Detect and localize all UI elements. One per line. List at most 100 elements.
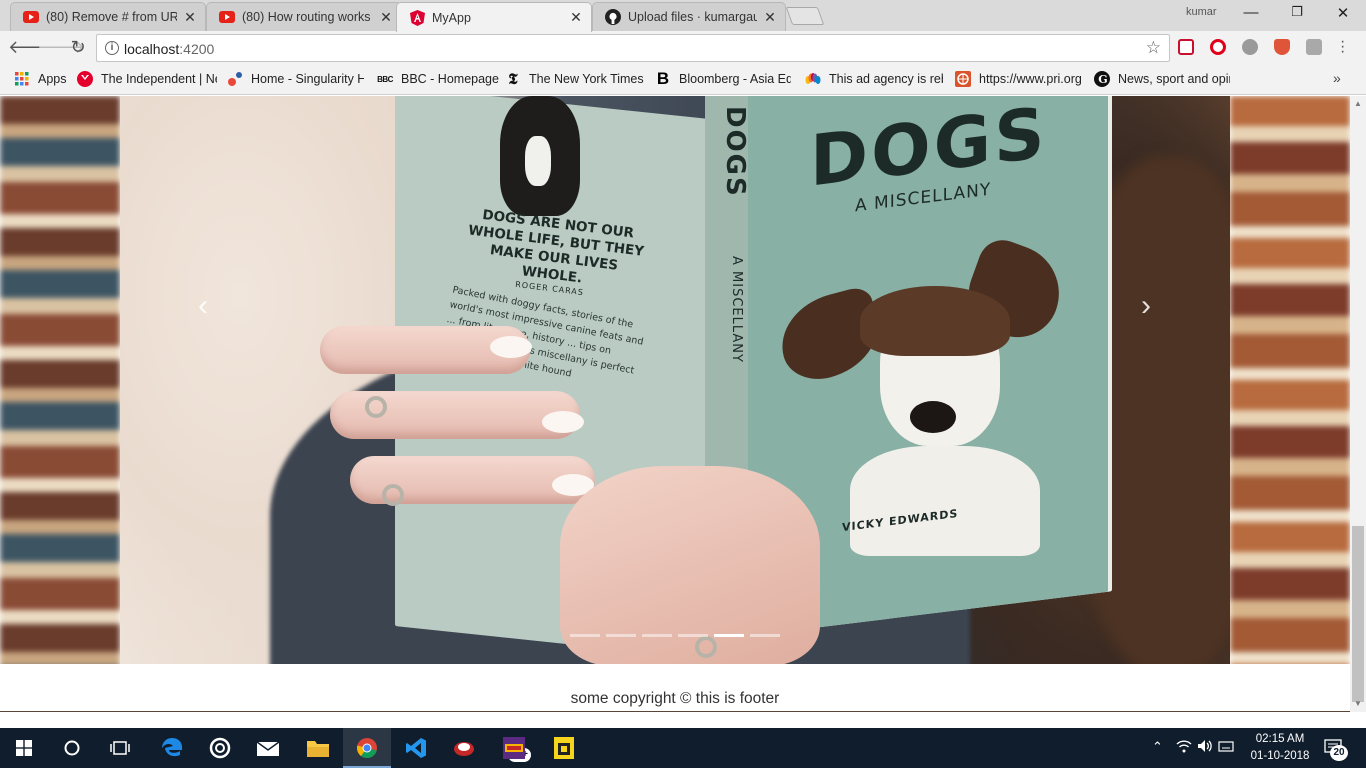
footer-bottom-strip: [0, 711, 1350, 712]
more-bookmarks-button[interactable]: »: [1333, 70, 1341, 86]
bookmark-nyt[interactable]: 𝕿 The New York Times: [505, 71, 643, 87]
scrollbar-thumb[interactable]: [1352, 526, 1364, 702]
close-window-button[interactable]: ✕: [1320, 4, 1366, 22]
taskbar-vscode[interactable]: [392, 728, 440, 768]
task-view-icon: [110, 741, 130, 755]
page-viewport: DOGS ARE NOT OUR WHOLE LIFE, BUT THEY MA…: [0, 96, 1350, 712]
restore-button[interactable]: ❐: [1274, 4, 1320, 20]
taskbar-notes[interactable]: [540, 728, 588, 768]
bookmark-star-icon[interactable]: ☆: [1146, 38, 1161, 58]
close-tab-icon[interactable]: ✕: [379, 9, 393, 26]
back-button[interactable]: 🡐: [8, 36, 56, 58]
url-port: :4200: [179, 41, 215, 57]
ring-shape: [695, 636, 717, 658]
pri-icon: [955, 71, 971, 87]
bookmark-label: The Independent | Ne: [101, 72, 217, 86]
show-hidden-icons-button[interactable]: ⌃: [1152, 739, 1163, 755]
image-carousel: DOGS ARE NOT OUR WHOLE LIFE, BUT THEY MA…: [120, 96, 1230, 664]
system-clock[interactable]: 02:15 AM 01-10-2018: [1240, 731, 1320, 765]
tab-github-upload[interactable]: Upload files · kumargaura ✕: [592, 2, 786, 31]
volume-icon[interactable]: [1197, 739, 1213, 756]
bbc-icon: BBC: [377, 74, 393, 84]
forward-button[interactable]: 🡒: [37, 36, 85, 58]
tab-title: Upload files · kumargaura: [628, 10, 757, 24]
carousel-prev-button[interactable]: ‹: [183, 286, 223, 326]
footer-text: some copyright © this is footer: [570, 690, 780, 707]
taskbar-edge[interactable]: [148, 728, 196, 768]
carousel-indicator[interactable]: [750, 634, 780, 637]
taskbar-media[interactable]: [196, 728, 244, 768]
new-tab-button[interactable]: [785, 7, 825, 25]
carousel-next-button[interactable]: ›: [1126, 286, 1166, 326]
globe-extension-icon[interactable]: [1242, 39, 1258, 55]
page-footer: some copyright © this is footer: [0, 664, 1350, 712]
taskbar-app-red[interactable]: [440, 728, 488, 768]
carousel-indicators: [570, 634, 780, 637]
opera-extension-icon[interactable]: [1210, 39, 1226, 55]
tab-title: (80) Remove # from URL: [46, 10, 177, 24]
ring-shape: [365, 396, 387, 418]
bookmark-singularity[interactable]: Home - Singularity H: [227, 71, 364, 87]
close-tab-icon[interactable]: ✕: [763, 9, 777, 26]
url-text[interactable]: localhost:4200: [124, 41, 214, 57]
carousel-indicator[interactable]: [606, 634, 636, 637]
clock-date: 01-10-2018: [1250, 750, 1310, 762]
bookmark-bbc[interactable]: BBC BBC - Homepage: [377, 71, 499, 87]
scroll-down-arrow-icon[interactable]: ▼: [1350, 696, 1366, 712]
bookmark-guardian[interactable]: G News, sport and opin: [1094, 71, 1230, 87]
bookmark-independent[interactable]: The Independent | Ne: [77, 71, 217, 87]
close-tab-icon[interactable]: ✕: [569, 9, 583, 26]
nyt-icon: 𝕿: [508, 71, 518, 87]
menu-icon[interactable]: · · ·: [1340, 34, 1345, 60]
red-app-icon: [454, 742, 474, 756]
tab-myapp[interactable]: MyApp ✕: [396, 2, 592, 32]
nbc-icon: [805, 71, 821, 87]
bookmark-bloomberg[interactable]: B Bloomberg - Asia Edi: [655, 71, 791, 87]
cortana-button[interactable]: [48, 728, 96, 768]
carousel-indicator[interactable]: [678, 634, 708, 637]
bookmark-label: This ad agency is reb: [829, 72, 943, 86]
pocket-extension-icon[interactable]: [1178, 39, 1194, 55]
bookmark-ad-agency[interactable]: This ad agency is reb: [805, 71, 943, 87]
reload-button[interactable]: ↻: [66, 36, 90, 58]
taskbar-game[interactable]: [490, 728, 538, 768]
info-icon[interactable]: i: [105, 41, 119, 55]
ring-shape: [382, 484, 404, 506]
task-view-button[interactable]: [96, 728, 144, 768]
bookmark-apps[interactable]: Apps: [14, 71, 67, 87]
dog-nose: [910, 401, 956, 433]
singularity-icon: [227, 71, 243, 87]
profile-name[interactable]: kumar: [1186, 6, 1217, 18]
close-tab-icon[interactable]: ✕: [183, 9, 197, 26]
shield-extension-icon[interactable]: [1274, 39, 1290, 55]
bookmark-pri[interactable]: https://www.pri.org: [955, 71, 1082, 87]
start-button[interactable]: [0, 728, 48, 768]
angular-icon: [409, 9, 425, 26]
scroll-up-arrow-icon[interactable]: ▲: [1350, 96, 1366, 112]
address-bar[interactable]: i localhost:4200 ☆: [96, 34, 1170, 62]
bookmark-label: Apps: [38, 72, 67, 86]
carousel-indicator[interactable]: [714, 634, 744, 637]
carousel-indicator[interactable]: [570, 634, 600, 637]
youtube-icon: [23, 9, 39, 25]
guardian-icon: G: [1094, 71, 1110, 87]
vertical-scrollbar[interactable]: ▲ ▼: [1350, 96, 1366, 712]
bookmark-label: https://www.pri.org: [979, 72, 1082, 86]
carousel-indicator[interactable]: [642, 634, 672, 637]
chrome-icon: [356, 738, 377, 759]
fingernail-shape: [542, 411, 584, 433]
cube-extension-icon[interactable]: [1306, 39, 1322, 55]
book-spine-subtitle: A MISCELLANY: [729, 256, 744, 363]
minimize-button[interactable]: —: [1228, 4, 1274, 21]
taskbar-mail[interactable]: 99+: [244, 728, 531, 768]
tab-youtube-routing[interactable]: (80) How routing works in ✕: [206, 2, 402, 31]
small-dog-illustration: [500, 96, 580, 216]
youtube-icon: [219, 9, 235, 25]
taskbar-chrome[interactable]: [343, 728, 391, 768]
keyboard-icon[interactable]: [1218, 739, 1234, 756]
taskbar-file-explorer[interactable]: [294, 728, 342, 768]
browser-tab-strip: (80) Remove # from URL ✕ (80) How routin…: [0, 0, 1366, 32]
tab-youtube-remove-hash[interactable]: (80) Remove # from URL ✕: [10, 2, 206, 31]
wifi-icon[interactable]: [1176, 739, 1192, 756]
dog-head-patch: [860, 286, 1010, 356]
